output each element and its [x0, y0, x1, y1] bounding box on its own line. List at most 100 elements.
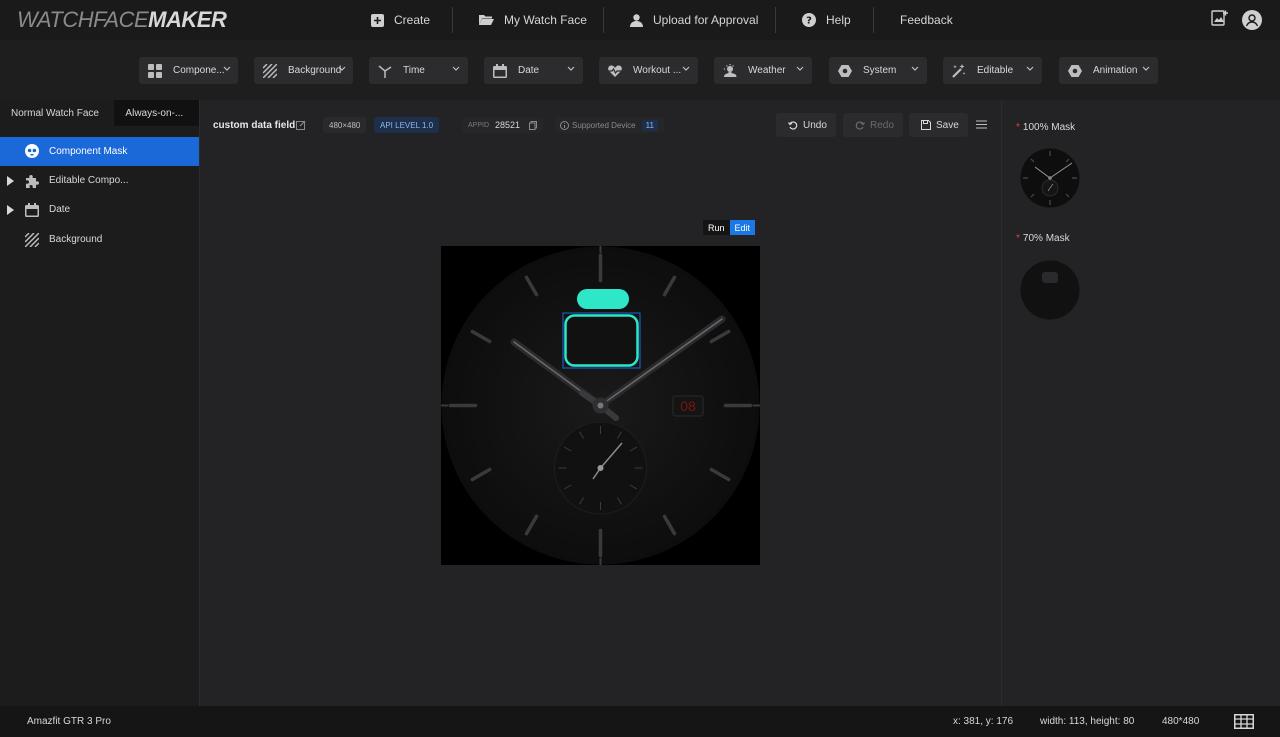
save-label: Save: [936, 119, 959, 131]
undo-icon: [788, 121, 798, 130]
background-label: Background: [288, 65, 342, 76]
save-button[interactable]: Save: [909, 113, 968, 137]
divider: [775, 7, 776, 33]
appid-label: APPID: [468, 121, 490, 129]
tree-item-background[interactable]: Background: [0, 225, 199, 254]
mask-100-text: 100% Mask: [1022, 122, 1076, 133]
mask-100-preview[interactable]: [1020, 148, 1080, 208]
tab-normal-watch-face[interactable]: Normal Watch Face: [0, 100, 115, 126]
workout-dropdown[interactable]: Workout ...: [599, 57, 698, 84]
face-mode-tabs: Normal Watch Face Always-on-...: [0, 100, 199, 126]
chevron-down-icon: [567, 66, 575, 71]
upload-nav[interactable]: Upload for Approval: [630, 0, 758, 40]
mask-100-label: * 100% Mask: [1016, 122, 1075, 133]
upload-label: Upload for Approval: [653, 13, 759, 27]
status-bar: Amazfit GTR 3 Pro x: 381, y: 176 width: …: [0, 706, 1280, 737]
logo-primary: WATCHFACE: [17, 7, 149, 32]
chevron-down-icon: [1142, 66, 1150, 71]
component-label: Compone...: [173, 65, 225, 76]
chevron-down-icon: [452, 66, 460, 71]
run-mode-button[interactable]: Run: [703, 220, 730, 235]
calendar-icon: [493, 63, 507, 78]
animation-dropdown[interactable]: Animation: [1059, 57, 1158, 84]
system-dropdown[interactable]: System: [829, 57, 927, 84]
divider: [452, 7, 453, 33]
avatar[interactable]: [1242, 10, 1262, 30]
resolution-badge: 480×480: [323, 117, 367, 133]
app-logo[interactable]: WATCHFACEMAKER: [17, 7, 227, 33]
create-nav[interactable]: Create: [371, 0, 430, 40]
project-info-bar: custom data field 480×480 API LEVEL 1.0 …: [200, 100, 1000, 150]
top-data-pill: [577, 289, 629, 309]
custom-data-field-frame[interactable]: [564, 314, 639, 367]
watch-face-render: 08: [440, 245, 761, 566]
workout-label: Workout ...: [633, 65, 682, 76]
required-star: *: [1016, 122, 1020, 133]
menu-icon[interactable]: [976, 120, 987, 129]
redo-label: Redo: [870, 119, 894, 131]
background-dropdown[interactable]: Background: [254, 57, 353, 84]
watch-preview[interactable]: 08: [440, 245, 761, 566]
center-pivot: [597, 402, 604, 409]
tree-item-date[interactable]: Date: [0, 195, 199, 224]
grid-toggle-icon[interactable]: [1234, 714, 1254, 729]
copy-icon[interactable]: [529, 120, 538, 130]
help-nav[interactable]: ? Help: [802, 0, 851, 40]
mask-70-label: * 70% Mask: [1016, 233, 1070, 244]
caret-right-icon[interactable]: [7, 204, 14, 215]
tree-item-label: Date: [49, 204, 71, 215]
tree-item-label: Background: [49, 234, 103, 245]
stripes-icon: [263, 63, 277, 78]
logo-secondary: MAKER: [148, 7, 227, 32]
weather-dropdown[interactable]: Weather: [714, 57, 812, 84]
selection-size: width: 113, height: 80: [1040, 716, 1135, 727]
canvas-area: Run Edit 08: [200, 150, 1000, 706]
clock-hands-icon: [378, 64, 392, 78]
undo-label: Undo: [803, 119, 827, 131]
tab-always-on[interactable]: Always-on-...: [114, 100, 199, 126]
editable-dropdown[interactable]: Editable: [943, 57, 1042, 84]
supported-count: 11: [641, 119, 658, 131]
feedback-label: Feedback: [900, 13, 953, 27]
my-watch-face-nav[interactable]: My Watch Face: [479, 0, 587, 40]
top-bar: WATCHFACEMAKER Create My Watch Face Uplo…: [0, 0, 1280, 40]
supported-device-badge[interactable]: Supported Device 11: [555, 117, 664, 133]
undo-button[interactable]: Undo: [776, 113, 836, 137]
grid-icon: [148, 63, 162, 78]
heart-rate-icon: [608, 64, 622, 77]
redo-button[interactable]: Redo: [843, 113, 903, 137]
create-label: Create: [394, 13, 431, 27]
help-label: Help: [826, 13, 851, 27]
weather-icon: [723, 63, 737, 77]
required-star: *: [1016, 233, 1020, 244]
plus-square-icon: [371, 13, 384, 27]
caret-right-icon[interactable]: [7, 175, 14, 186]
tree-item-editable-component[interactable]: Editable Compo...: [0, 166, 199, 195]
project-name: custom data field: [213, 120, 296, 131]
mask-panel: * 100% Mask * 70% Mask: [1001, 100, 1280, 706]
image-add-icon[interactable]: [1211, 10, 1228, 27]
mask-70-text: 70% Mask: [1022, 233, 1070, 244]
appid-badge: APPID 28521: [462, 117, 544, 133]
help-icon: ?: [802, 13, 816, 27]
chevron-down-icon: [338, 66, 346, 71]
cursor-coords: x: 381, y: 176: [953, 716, 1014, 727]
date-dropdown[interactable]: Date: [484, 57, 583, 84]
stripes-icon: [25, 233, 39, 247]
canvas-resolution: 480*480: [1162, 716, 1200, 727]
divider: [603, 7, 604, 33]
edit-mode-button[interactable]: Edit: [729, 220, 756, 235]
chevron-down-icon: [796, 66, 804, 71]
folder-open-icon: [479, 15, 494, 25]
time-dropdown[interactable]: Time: [369, 57, 468, 84]
my-watch-face-label: My Watch Face: [504, 13, 587, 27]
magic-wand-icon: [952, 63, 966, 78]
tree-item-component-mask[interactable]: Component Mask: [0, 137, 199, 166]
calendar-icon: [25, 203, 39, 217]
edit-name-icon[interactable]: [296, 120, 306, 130]
animation-icon: [1068, 64, 1082, 77]
mask-70-preview[interactable]: [1020, 260, 1080, 320]
feedback-nav[interactable]: Feedback: [900, 0, 953, 40]
save-icon: [921, 120, 931, 130]
component-dropdown[interactable]: Compone...: [139, 57, 238, 84]
